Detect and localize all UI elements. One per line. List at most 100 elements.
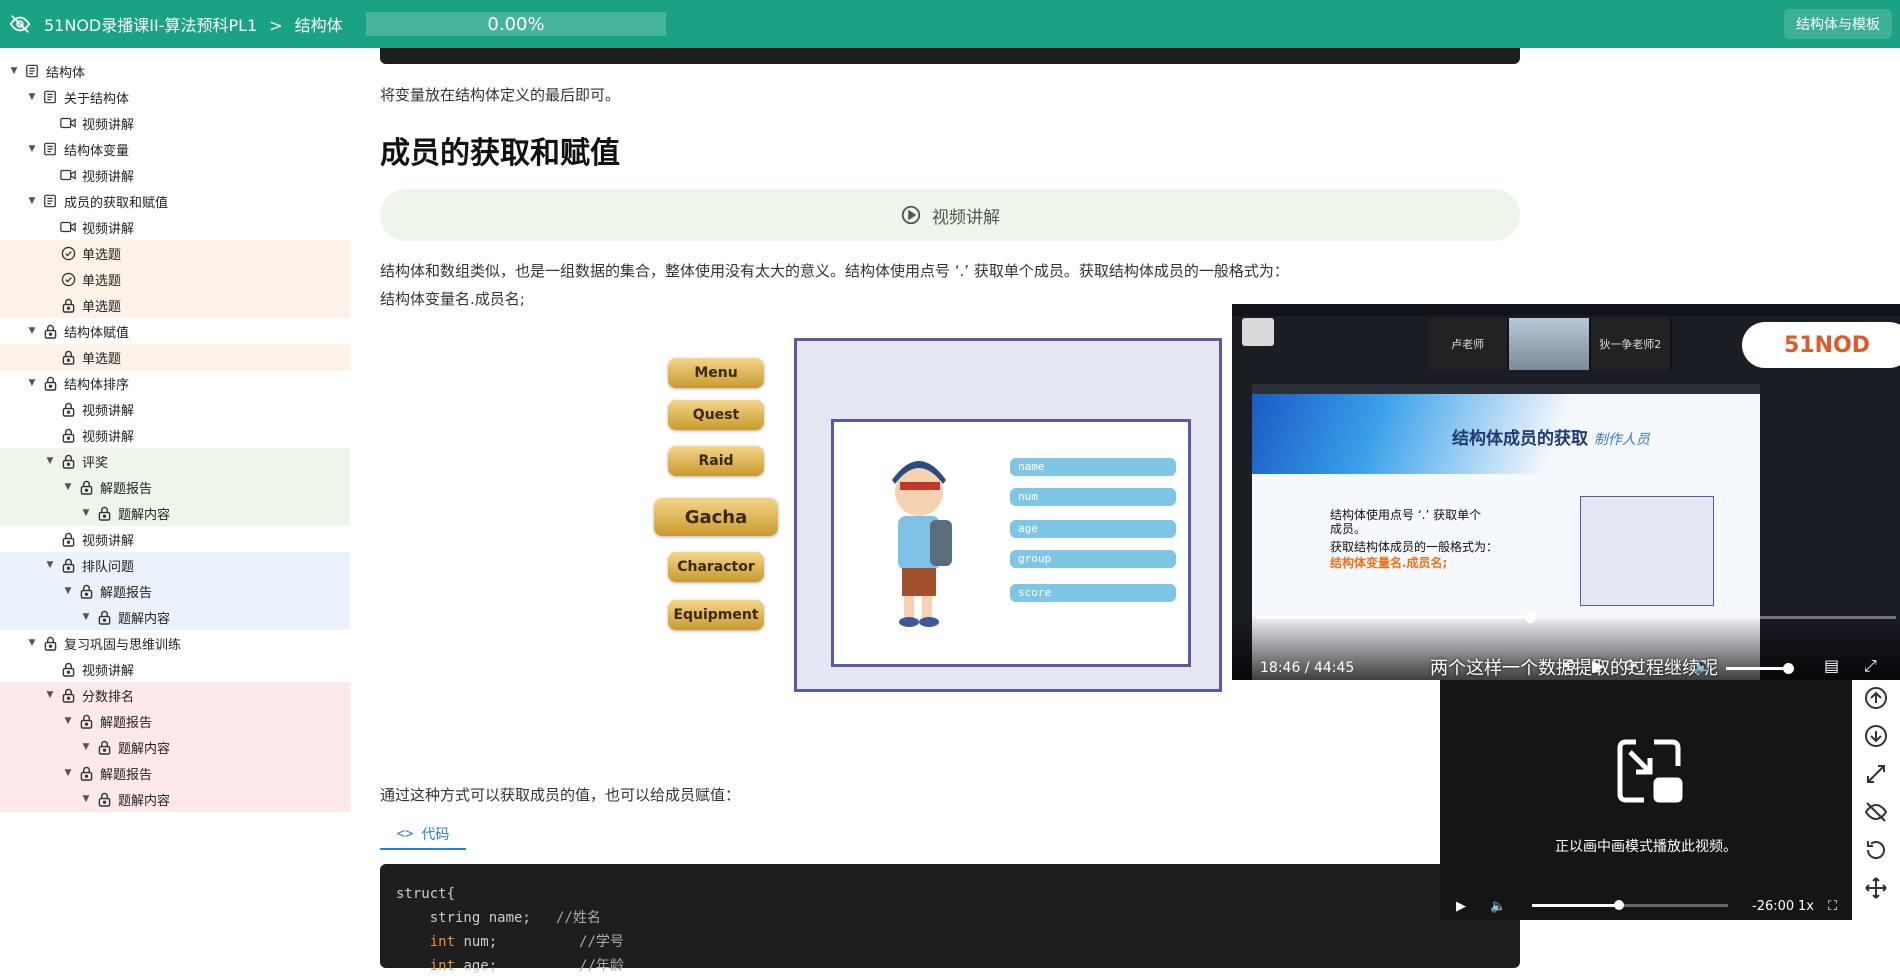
sidebar-item[interactable]: ▼ 题解内容 <box>0 786 350 812</box>
next-chapter-button[interactable]: 结构体与模板 <box>1784 9 1892 39</box>
sidebar-item[interactable]: 视频讲解 <box>0 396 350 422</box>
pip-fullscreen-icon[interactable]: ⛶ <box>1828 899 1837 914</box>
sidebar-item[interactable]: 视频讲解 <box>0 422 350 448</box>
sidebar-item[interactable]: 单选题 <box>0 344 350 370</box>
caret-down-icon[interactable]: ▼ <box>26 144 38 154</box>
caret-down-icon[interactable]: ▼ <box>26 92 38 102</box>
close-icon[interactable]: ✕ <box>1862 316 1890 344</box>
pip-play-icon[interactable]: ▶ <box>1456 899 1466 914</box>
caret-down-icon[interactable]: ▼ <box>44 560 56 570</box>
lock-icon <box>78 765 94 781</box>
lock-icon <box>96 505 112 521</box>
eye-off-icon[interactable] <box>4 8 36 40</box>
sidebar-item[interactable]: ▼ 解题报告 <box>0 760 350 786</box>
volume-icon[interactable]: 🔈 <box>1694 656 1714 675</box>
tab-code[interactable]: <> 代码 <box>380 820 466 850</box>
sidebar-item[interactable]: ▼ 结构体 <box>0 58 350 84</box>
sidebar-item[interactable]: ▼ 关于结构体 <box>0 84 350 110</box>
play-icon[interactable]: ▶ <box>1592 656 1604 675</box>
sidebar-item[interactable]: 视频讲解 <box>0 656 350 682</box>
sidebar-item[interactable]: 视频讲解 <box>0 526 350 552</box>
sidebar-item-label: 视频讲解 <box>82 117 135 133</box>
fullscreen-icon[interactable]: ⤢ <box>1864 656 1877 676</box>
caret-down-icon[interactable]: ▼ <box>62 586 74 596</box>
caret-down-icon[interactable]: ▼ <box>62 768 74 778</box>
caret-down-icon[interactable]: ▼ <box>44 456 56 466</box>
sidebar-item[interactable]: ▼ 题解内容 <box>0 500 350 526</box>
sidebar-item[interactable]: ▼ 分数排名 <box>0 682 350 708</box>
caret-down-icon[interactable]: ▼ <box>44 690 56 700</box>
pip-seek-bar[interactable] <box>1532 900 1728 910</box>
slide-mini-illustration <box>1580 496 1714 606</box>
caret-down-icon[interactable]: ▼ <box>80 612 92 622</box>
video-time: 18:46 / 44:45 <box>1260 660 1355 676</box>
forward-icon[interactable]: ⟳ <box>1624 656 1637 675</box>
sidebar-item[interactable]: ▼ 评奖 <box>0 448 350 474</box>
scroll-down-icon[interactable] <box>1862 722 1890 750</box>
sidebar-item[interactable]: ▼ 题解内容 <box>0 604 350 630</box>
sidebar-item[interactable]: 视频讲解 <box>0 214 350 240</box>
lock-icon <box>60 297 76 313</box>
floating-toolbar <box>1852 680 1900 920</box>
caret-down-icon[interactable]: ▼ <box>62 716 74 726</box>
sidebar-item-label: 单选题 <box>82 351 122 367</box>
student-figure-icon <box>892 461 952 627</box>
sidebar-item[interactable]: 视频讲解 <box>0 162 350 188</box>
breadcrumb-current: 结构体 <box>294 16 343 35</box>
progress-text: 0.00% <box>487 13 545 35</box>
sidebar-item[interactable]: ▼ 解题报告 <box>0 578 350 604</box>
pip-toggle-icon[interactable] <box>1242 318 1274 346</box>
sidebar-item[interactable]: ▼ 解题报告 <box>0 474 350 500</box>
caret-down-icon[interactable]: ▼ <box>80 794 92 804</box>
sidebar-item-label: 解题报告 <box>100 715 153 731</box>
paragraph-1: 结构体和数组类似，也是一组数据的集合，整体使用没有太大的意义。结构体使用点号 ‘… <box>380 262 1289 280</box>
lock-icon <box>60 401 76 417</box>
code-text: string name; <box>396 910 531 926</box>
sidebar-item[interactable]: ▼ 解题报告 <box>0 708 350 734</box>
sidebar-item[interactable]: 单选题 <box>0 292 350 318</box>
floating-video-player[interactable]: 卢老师 狄一争老师2 51NOD ✕ 结构体成员的获取 制作人员 结构体使用点号… <box>1232 304 1900 680</box>
sidebar-item[interactable]: 视频讲解 <box>0 110 350 136</box>
illustration-field: group <box>1010 550 1176 568</box>
sidebar-item[interactable]: ▼ 复习巩固与思维训练 <box>0 630 350 656</box>
caret-down-icon[interactable]: ▼ <box>80 742 92 752</box>
sidebar-item[interactable]: ▼ 题解内容 <box>0 734 350 760</box>
doc-icon <box>42 141 58 157</box>
video-explain-button[interactable]: 视频讲解 <box>380 189 1520 241</box>
sidebar-item[interactable]: ▼ 结构体变量 <box>0 136 350 162</box>
breadcrumb-course[interactable]: 51NOD录播课II-算法预科PL1 <box>44 16 257 35</box>
sidebar-item-label: 评奖 <box>82 455 109 471</box>
video-seek-bar[interactable] <box>1256 612 1896 623</box>
caret-down-icon[interactable]: ▼ <box>26 378 38 388</box>
sidebar-item[interactable]: ▼ 结构体赋值 <box>0 318 350 344</box>
lock-icon <box>96 609 112 625</box>
expand-icon[interactable] <box>1862 760 1890 788</box>
illustration-menu-button: Charactor <box>668 552 764 582</box>
caret-down-icon[interactable]: ▼ <box>80 508 92 518</box>
sidebar-item[interactable]: 单选题 <box>0 240 350 266</box>
camera-teacher-1: 卢老师 <box>1428 318 1510 370</box>
sidebar-item[interactable]: ▼ 结构体排序 <box>0 370 350 396</box>
rewind-icon[interactable]: ⟲ <box>1562 656 1575 675</box>
camera-teacher-2: 狄一争老师2 <box>1590 318 1672 370</box>
hide-icon[interactable] <box>1862 798 1890 826</box>
caret-down-icon[interactable]: ▼ <box>26 326 38 336</box>
volume-slider[interactable] <box>1726 663 1794 674</box>
sidebar-item[interactable]: ▼ 成员的获取和赋值 <box>0 188 350 214</box>
caret-down-icon[interactable]: ▼ <box>26 638 38 648</box>
sidebar-item-label: 单选题 <box>82 273 122 289</box>
move-icon[interactable] <box>1862 874 1890 902</box>
pip-volume-icon[interactable]: 🔈 <box>1490 899 1506 914</box>
lock-icon <box>96 739 112 755</box>
code-comment: //年龄 <box>579 958 624 974</box>
caret-down-icon[interactable]: ▼ <box>62 482 74 492</box>
subtitles-icon[interactable]: ▤ <box>1824 656 1839 675</box>
reset-icon[interactable] <box>1862 836 1890 864</box>
sidebar-item[interactable]: ▼ 排队问题 <box>0 552 350 578</box>
caret-down-icon[interactable]: ▼ <box>8 66 20 76</box>
pip-message: 正以画中画模式播放此视频。 <box>1555 839 1737 855</box>
caret-down-icon[interactable]: ▼ <box>26 196 38 206</box>
scroll-up-icon[interactable] <box>1862 684 1890 712</box>
pip-speed[interactable]: 1x <box>1798 899 1814 914</box>
sidebar-item[interactable]: 单选题 <box>0 266 350 292</box>
